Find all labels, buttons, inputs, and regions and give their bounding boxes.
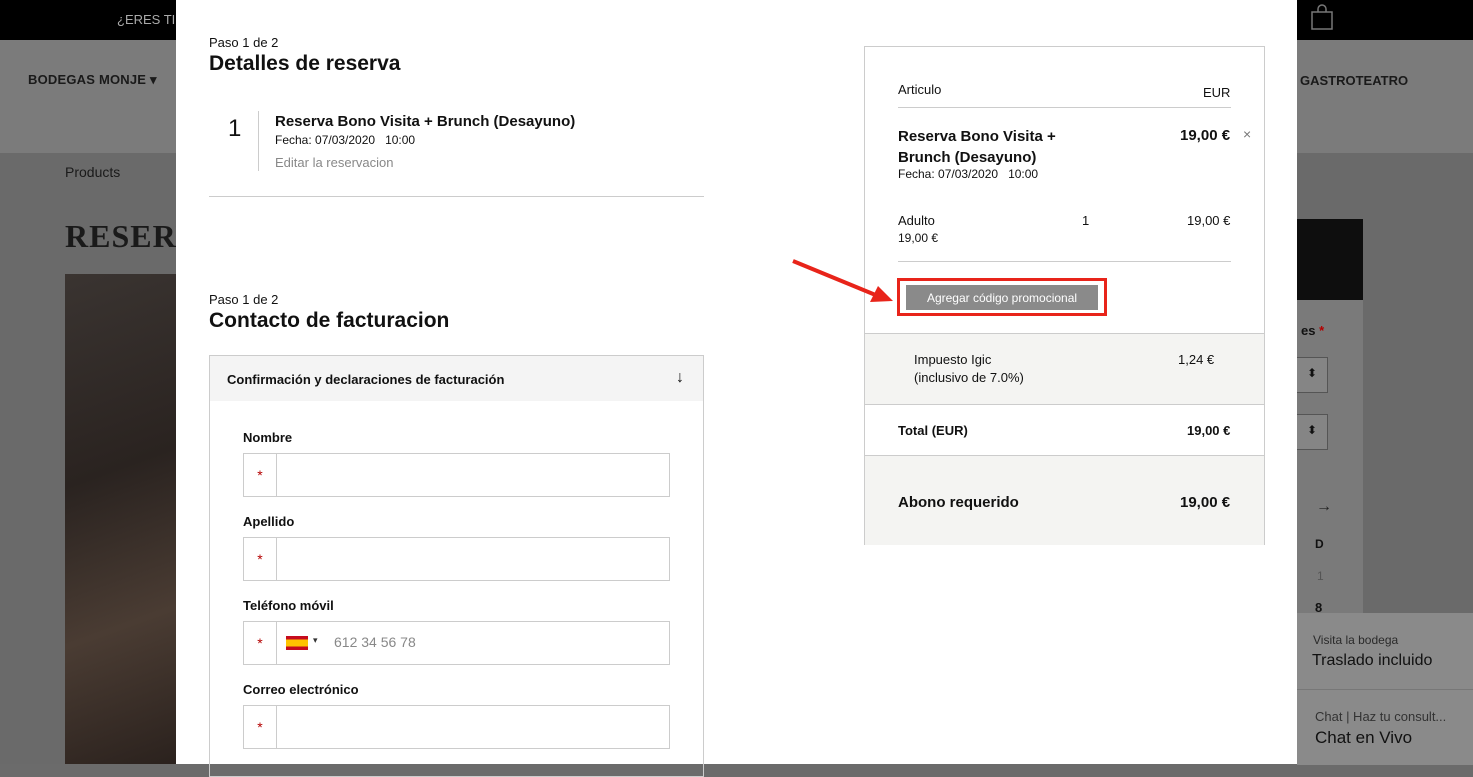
side-select-1[interactable]: ⬍	[1297, 357, 1328, 393]
summary-item-name: Reserva Bono Visita + Brunch (Desayuno)	[898, 128, 1056, 166]
visit-card-title: Visita la bodega	[1313, 633, 1399, 647]
required-asterisk-icon: *	[244, 706, 277, 748]
summary-currency-header: EUR	[1203, 85, 1231, 100]
divider	[898, 107, 1231, 108]
arrow-down-icon[interactable]: ↓	[676, 369, 684, 387]
ticket-type-label: Adulto	[898, 213, 935, 228]
last-name-field[interactable]: *	[243, 537, 670, 581]
close-icon[interactable]: ×	[1243, 126, 1251, 142]
mobile-field[interactable]: * ▾ 612 34 56 78	[243, 621, 670, 665]
side-panel-header	[1297, 219, 1363, 300]
total-label: Total (EUR)	[898, 423, 968, 438]
chat-title: Chat en Vivo	[1315, 728, 1413, 747]
summary-item-date: Fecha: 07/03/2020 10:00	[898, 167, 1039, 181]
top-bar-text: ¿ERES TI	[117, 12, 176, 27]
last-name-label: Apellido	[243, 514, 295, 529]
nav-brand-menu[interactable]: BODEGAS MONJE ▾	[28, 72, 157, 88]
reservation-name: Reserva Bono Visita + Brunch (Desayuno)	[275, 113, 576, 130]
tax-note: (inclusivo de 7.0%)	[914, 370, 1024, 385]
divider	[258, 111, 259, 171]
first-name-field[interactable]: *	[243, 453, 670, 497]
email-field[interactable]: *	[243, 705, 670, 749]
first-name-label: Nombre	[243, 430, 293, 445]
reservation-date: Fecha: 07/03/2020 10:00	[275, 133, 416, 147]
step-indicator: Paso 1 de 2	[209, 35, 279, 50]
required-asterisk-icon: *	[244, 538, 277, 580]
billing-accordion-header[interactable]: Confirmación y declaraciones de facturac…	[210, 356, 703, 401]
mobile-placeholder[interactable]: 612 34 56 78	[334, 634, 416, 650]
ticket-line-price: 19,00 €	[1187, 213, 1231, 228]
edit-reservation-link[interactable]: Editar la reservacion	[275, 155, 394, 170]
summary-article-header: Articulo	[898, 82, 942, 97]
country-dropdown-caret-icon[interactable]: ▾	[313, 635, 318, 646]
divider	[209, 196, 704, 197]
accordion-label: Confirmación y declaraciones de facturac…	[227, 372, 505, 387]
reservation-number: 1	[228, 115, 242, 142]
visit-card-subtitle: Traslado incluido	[1312, 652, 1433, 669]
spain-flag-icon[interactable]	[286, 636, 308, 650]
summary-item-price: 19,00 €	[1180, 127, 1231, 144]
total-value: 19,00 €	[1187, 423, 1231, 438]
mobile-label: Teléfono móvil	[243, 598, 334, 613]
shopping-bag-icon[interactable]	[1310, 4, 1334, 30]
ticket-quantity: 1	[1082, 213, 1090, 228]
annotation-highlight-box: Agregar código promocional	[897, 278, 1107, 316]
deposit-label: Abono requerido	[898, 494, 1019, 511]
billing-form: Confirmación y declaraciones de facturac…	[209, 355, 704, 777]
breadcrumb[interactable]: Products	[65, 164, 120, 180]
add-promo-code-button[interactable]: Agregar código promocional	[906, 285, 1098, 310]
booking-modal: Paso 1 de 2 Detalles de reserva 1 Reserv…	[176, 0, 1297, 777]
booking-side-panel: es * ⬍ ⬍ → D 1 8	[1297, 219, 1363, 619]
section-title-billing: Contacto de facturacion	[209, 309, 450, 332]
nav-gastroteatro[interactable]: GASTROTEATRO	[1300, 73, 1408, 88]
section-title-reservation: Detalles de reserva	[209, 52, 401, 75]
step-indicator: Paso 1 de 2	[209, 292, 279, 307]
chat-prompt: Chat | Haz tu consult...	[1315, 709, 1447, 724]
email-label: Correo electrónico	[243, 682, 359, 697]
deposit-value: 19,00 €	[1180, 494, 1231, 511]
divider	[898, 261, 1231, 262]
calendar-next-icon[interactable]: →	[1316, 498, 1332, 516]
order-summary: Articulo EUR Reserva Bono Visita + Brunc…	[864, 46, 1265, 545]
product-photo	[65, 274, 185, 764]
tax-value: 1,24 €	[1178, 352, 1215, 367]
required-asterisk-icon: *	[244, 454, 277, 496]
side-select-2[interactable]: ⬍	[1297, 414, 1328, 450]
calendar-day[interactable]: 1	[1317, 569, 1324, 583]
side-panel-label: es *	[1301, 323, 1325, 338]
calendar-day-header: D	[1315, 537, 1324, 551]
tax-row: Impuesto Igic (inclusivo de 7.0%) 1,24 €	[865, 333, 1264, 405]
ticket-unit-price: 19,00 €	[898, 231, 939, 245]
annotation-arrow-icon	[792, 259, 893, 302]
tax-label: Impuesto Igic	[914, 352, 992, 367]
deposit-row: Abono requerido 19,00 €	[865, 455, 1264, 545]
visit-card[interactable]: Visita la bodega Traslado incluido	[1297, 613, 1473, 689]
chat-widget[interactable]: Chat | Haz tu consult... Chat en Vivo	[1297, 689, 1473, 765]
required-asterisk-icon: *	[244, 622, 277, 664]
